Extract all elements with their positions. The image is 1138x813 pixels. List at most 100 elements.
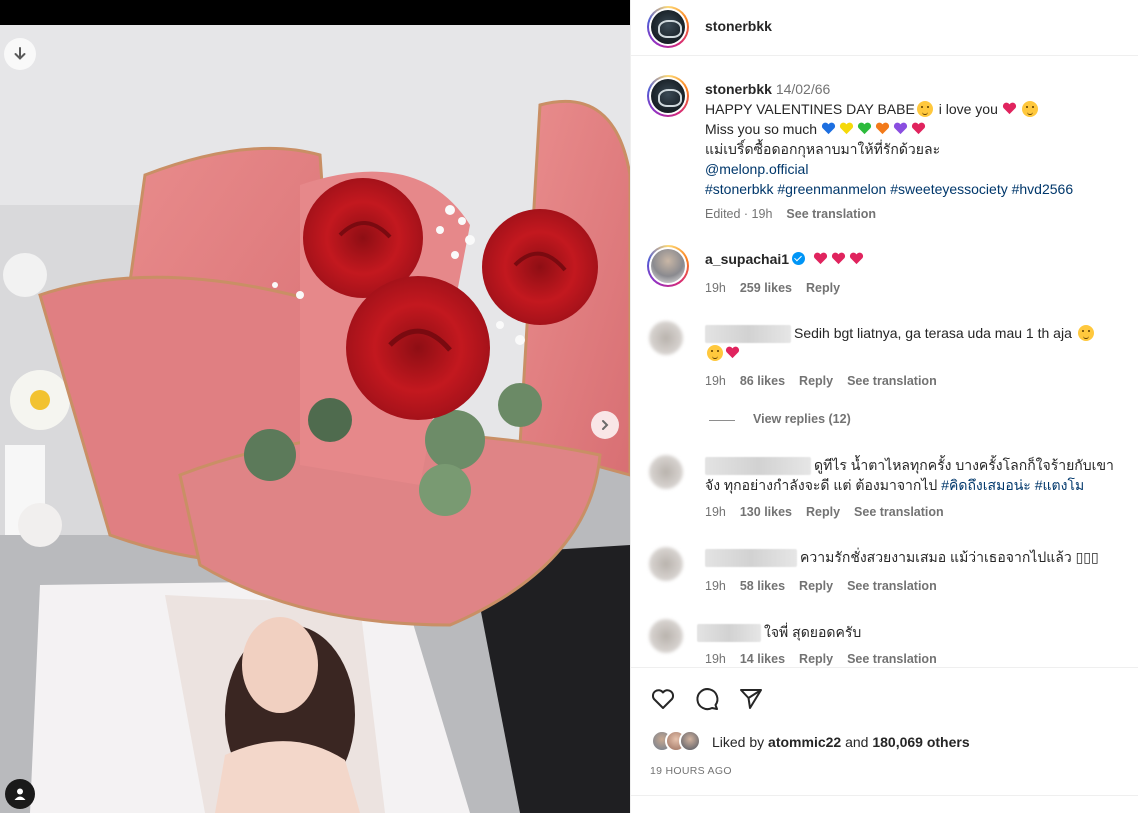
three-hearts-emoji-icon <box>813 251 867 267</box>
commenter-avatar[interactable] <box>649 455 683 489</box>
replies-line <box>709 420 735 421</box>
comment-text: ดูทีไร น้ำตาไหลทุกครั้ง บางครั้งโลกก็ใจร… <box>705 455 1119 495</box>
sad-face-emoji-icon <box>1077 325 1094 341</box>
comment-time: 19h <box>705 505 726 519</box>
comment-likes[interactable]: 58 likes <box>740 579 785 593</box>
add-comment-bar[interactable] <box>631 795 1138 813</box>
commenter-avatar[interactable] <box>649 321 683 355</box>
comment-meta: 19h 130 likes Reply See translation <box>705 505 944 519</box>
comment-icon[interactable] <box>694 686 720 712</box>
comment-body-a: ดูทีไร น้ำตาไหลทุกครั้ง บางครั้งโลกก็ใจร… <box>814 457 1114 473</box>
caption-date: 14/02/66 <box>775 81 831 97</box>
liked-by-count[interactable]: 180,069 others <box>872 734 969 750</box>
caption-line1-a: HAPPY VALENTINES DAY BABE <box>705 101 915 117</box>
post-details-panel: stonerbkk stonerbkk 14/02/66 HAPPY VALEN… <box>630 0 1138 813</box>
commenter-avatar[interactable] <box>649 547 683 581</box>
comment-likes[interactable]: 14 likes <box>740 652 785 666</box>
kiss-face-emoji-icon <box>916 101 933 117</box>
comment-likes[interactable]: 86 likes <box>740 374 785 388</box>
comment-item: ใจพี่ สุดยอดครับ 19h 14 likes Reply See … <box>631 617 1138 667</box>
comment-username-blurred[interactable] <box>705 325 791 344</box>
author-avatar[interactable] <box>647 6 689 48</box>
comment-item: Sedih bgt liatnya, ga terasa uda mau 1 t… <box>631 319 1138 429</box>
caption-see-translation[interactable]: See translation <box>786 207 876 221</box>
comment-time: 19h <box>705 652 726 666</box>
post-media <box>0 0 630 813</box>
comment-username-blurred[interactable] <box>697 624 761 643</box>
view-replies-button[interactable]: View replies (12) <box>753 412 851 426</box>
reply-button[interactable]: Reply <box>799 652 833 666</box>
send-icon[interactable] <box>738 686 764 712</box>
comment-time: 19h <box>705 579 726 593</box>
comment-username-blurred[interactable] <box>705 549 797 568</box>
reply-button[interactable]: Reply <box>806 281 840 295</box>
comment-likes[interactable]: 259 likes <box>740 281 792 295</box>
reply-button[interactable]: Reply <box>799 579 833 593</box>
comment-text: Sedih bgt liatnya, ga terasa uda mau 1 t… <box>705 323 1119 363</box>
comment-meta: 19h 58 likes Reply See translation <box>705 579 937 593</box>
comment-body-b: จัง ทุกอย่างกำลังจะดี แต่ ต้องมาจากไป <box>705 477 938 494</box>
media-top-bar <box>0 0 630 25</box>
caption-line3: แม่เบริ์ดซื้อดอกกุหลาบมาให้ที่รักด้วยละ <box>705 141 941 157</box>
liker-avatar <box>679 730 701 752</box>
user-tag-icon[interactable] <box>5 779 35 809</box>
reply-button[interactable]: Reply <box>799 374 833 388</box>
comment-meta: 19h 14 likes Reply See translation <box>705 652 937 666</box>
comment-hashtags[interactable]: #คิดถึงเสมอน่ะ #แตงโม <box>941 477 1084 493</box>
reply-button[interactable]: Reply <box>806 505 840 519</box>
see-translation-button[interactable]: See translation <box>854 505 944 519</box>
comment-text: ใจพี่ สุดยอดครับ <box>697 622 1119 643</box>
caption-mention[interactable]: @melonp.official <box>705 159 1119 179</box>
author-username[interactable]: stonerbkk <box>705 18 772 34</box>
caption-text: stonerbkk 14/02/66 HAPPY VALENTINES DAY … <box>705 79 1119 199</box>
star-eyes-emoji-icon <box>707 345 723 362</box>
post-actions: Liked by atommic22 and 180,069 others 19… <box>631 667 1138 795</box>
chevron-right-icon[interactable] <box>591 411 619 439</box>
liker-avatars[interactable] <box>651 730 707 754</box>
heart-emoji-icon <box>1002 102 1016 115</box>
comment-item: ความรักชั่งสวยงามเสมอ แม้ว่าเธอจากไปแล้ว… <box>631 543 1138 603</box>
comment-item: ดูทีไร น้ำตาไหลทุกครั้ง บางครั้งโลกก็ใจร… <box>631 449 1138 529</box>
see-translation-button[interactable]: See translation <box>847 579 937 593</box>
see-translation-button[interactable]: See translation <box>847 374 937 388</box>
post-photo <box>0 25 630 813</box>
download-icon[interactable] <box>4 38 36 70</box>
comment-body: Sedih bgt liatnya, ga terasa uda mau 1 t… <box>794 325 1072 341</box>
comments-list: stonerbkk 14/02/66 HAPPY VALENTINES DAY … <box>631 57 1138 667</box>
liked-by-and: and <box>845 734 869 750</box>
caption-line2: Miss you so much <box>705 121 818 137</box>
caption: stonerbkk 14/02/66 HAPPY VALENTINES DAY … <box>631 57 1138 227</box>
caption-meta: Edited · 19h See translation <box>705 207 876 221</box>
comment-item: a_supachai1 19h 259 likes Reply <box>631 243 1138 303</box>
verified-badge-icon <box>792 252 806 265</box>
comment-time: 19h <box>705 374 726 388</box>
liked-by-user[interactable]: atommic22 <box>768 734 841 750</box>
comment-text: a_supachai1 <box>705 249 1119 269</box>
caption-avatar[interactable] <box>647 75 689 117</box>
comment-meta: 19h 259 likes Reply <box>705 281 840 295</box>
post-header: stonerbkk <box>631 0 1138 56</box>
caption-edited: Edited · 19h <box>705 207 773 221</box>
comment-body: ใจพี่ สุดยอดครับ <box>764 624 862 640</box>
post-time-ago: 19 HOURS AGO <box>650 765 732 777</box>
commenter-avatar[interactable] <box>649 619 683 653</box>
liked-by-prefix: Liked by <box>712 734 765 750</box>
rose-bouquet-image <box>0 25 630 813</box>
caption-username[interactable]: stonerbkk <box>705 81 772 97</box>
heart-emoji-icon <box>725 346 740 359</box>
comment-time: 19h <box>705 281 726 295</box>
rainbow-hearts-emoji-icon <box>821 121 929 137</box>
comment-username[interactable]: a_supachai1 <box>705 251 789 267</box>
comment-likes[interactable]: 130 likes <box>740 505 792 519</box>
comment-body: ความรักชั่งสวยงามเสมอ แม้ว่าเธอจากไปแล้ว… <box>800 549 1099 565</box>
heart-icon[interactable] <box>650 686 676 712</box>
comment-username-blurred[interactable] <box>705 457 811 476</box>
comment-text: ความรักชั่งสวยงามเสมอ แม้ว่าเธอจากไปแล้ว… <box>705 547 1119 568</box>
caption-hashtags[interactable]: #stonerbkk #greenmanmelon #sweeteyessoci… <box>705 179 1119 199</box>
caption-line1-b: i love you <box>938 101 998 117</box>
see-translation-button[interactable]: See translation <box>847 652 937 666</box>
comment-meta: 19h 86 likes Reply See translation <box>705 374 937 388</box>
kiss-face-emoji-icon <box>1021 101 1038 117</box>
commenter-avatar[interactable] <box>647 245 689 287</box>
likes-summary: Liked by atommic22 and 180,069 others <box>712 734 970 750</box>
